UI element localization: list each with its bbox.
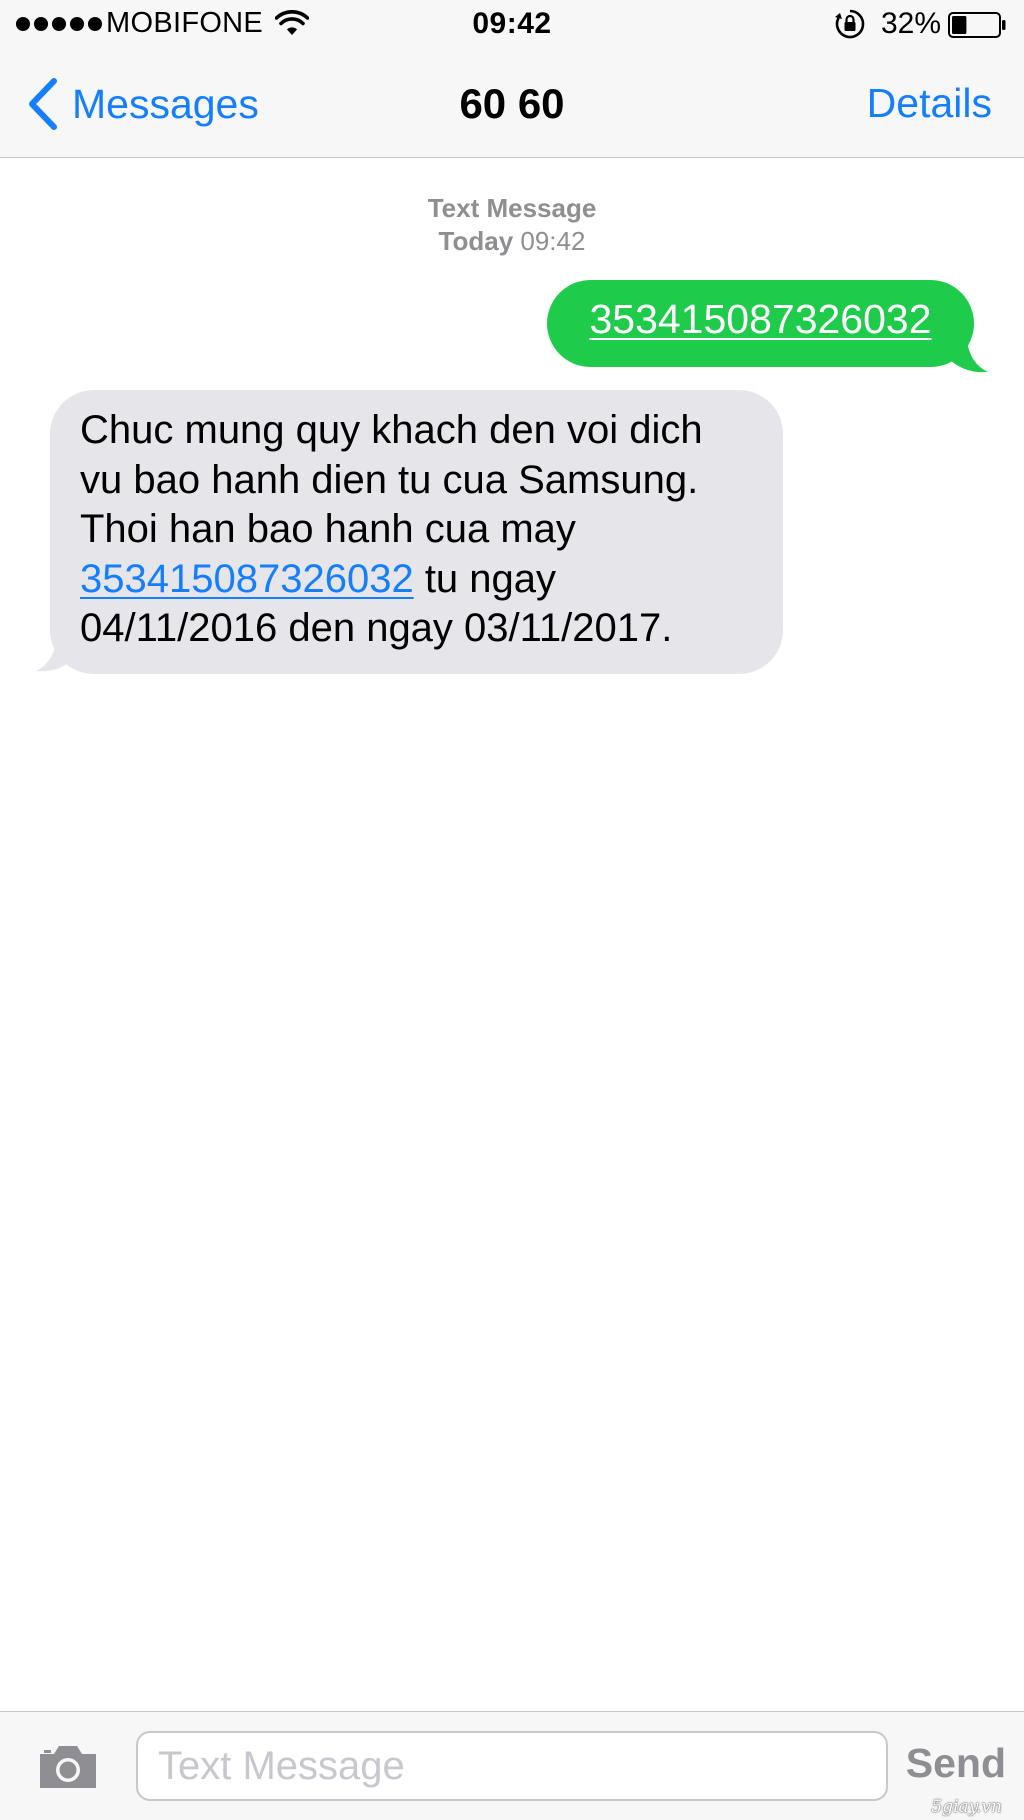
battery-icon [948,12,1006,38]
battery-percent: 32% [881,7,942,40]
message-timestamp: Text Message Today 09:42 [0,192,1024,258]
message-day: Today [438,226,514,256]
messages-screen: MOBIFONE 09:42 32% Messages 60 60 Detail… [0,0,1024,1820]
conversation-view[interactable]: Text Message Today 09:42 353415087326032… [0,158,1024,1711]
watermark-logo: 5giay.vn [931,1797,1002,1817]
send-button[interactable]: Send [906,1740,1006,1787]
navigation-bar: Messages 60 60 Details [0,50,1024,157]
message-time: 09:42 [520,226,586,256]
received-message-bubble[interactable]: Chuc mung quy khach den voi dich vu bao … [50,390,783,674]
details-button[interactable]: Details [867,80,992,127]
rotation-lock-icon [835,9,865,39]
message-date-line: Today 09:42 [0,225,1024,258]
status-bar: MOBIFONE 09:42 32% [0,0,1024,50]
header: MOBIFONE 09:42 32% Messages 60 60 Detail… [0,0,1024,158]
received-message-text: Chuc mung quy khach den voi dich vu bao … [80,408,703,551]
status-time: 09:42 [472,7,552,40]
camera-icon[interactable] [36,1742,100,1792]
message-text-input[interactable] [136,1731,888,1801]
message-input-bar: Send 5giay.vn [0,1711,1024,1820]
sent-message-link[interactable]: 353415087326032 [589,296,931,342]
message-type-label: Text Message [427,193,597,223]
sent-message-bubble[interactable]: 353415087326032 [547,280,974,367]
received-message-link[interactable]: 353415087326032 [80,557,414,601]
